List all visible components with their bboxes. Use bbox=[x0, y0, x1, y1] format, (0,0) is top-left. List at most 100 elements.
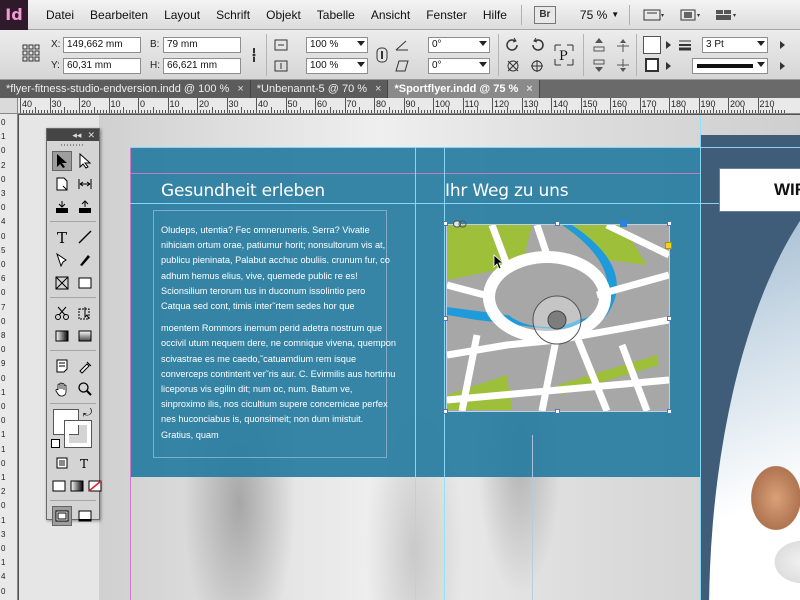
close-icon[interactable]: × bbox=[237, 80, 243, 98]
stroke-color-swatch[interactable] bbox=[64, 420, 92, 448]
arrange-documents-icon[interactable] bbox=[713, 6, 739, 24]
resize-handle[interactable] bbox=[555, 409, 560, 414]
gap-tool-icon[interactable] bbox=[75, 174, 95, 194]
shear-select[interactable]: 0° bbox=[428, 58, 490, 74]
chevron-right-icon[interactable] bbox=[664, 57, 674, 75]
collapse-icon[interactable]: ◂◂ bbox=[72, 130, 81, 141]
default-colors-icon[interactable] bbox=[51, 439, 60, 448]
resize-handle[interactable] bbox=[667, 409, 672, 414]
resize-handle[interactable] bbox=[667, 316, 672, 321]
y-position-field[interactable]: 60,31 mm bbox=[63, 58, 141, 74]
menu-fenster[interactable]: Fenster bbox=[418, 0, 475, 30]
view-options-icon[interactable] bbox=[641, 6, 667, 24]
resize-handle[interactable] bbox=[443, 316, 448, 321]
resize-handle[interactable] bbox=[443, 409, 448, 414]
ruler-origin[interactable] bbox=[0, 98, 18, 114]
panel-grip[interactable] bbox=[47, 141, 99, 149]
menu-ansicht[interactable]: Ansicht bbox=[363, 0, 418, 30]
normal-view-mode-icon[interactable] bbox=[51, 505, 72, 526]
menu-layout[interactable]: Layout bbox=[156, 0, 208, 30]
select-previous-icon[interactable] bbox=[614, 57, 632, 75]
zoom-tool-icon[interactable] bbox=[75, 379, 95, 399]
gradient-swatch-tool-icon[interactable] bbox=[52, 326, 72, 346]
close-icon[interactable]: ✕ bbox=[87, 130, 95, 141]
rotate-cw-icon[interactable] bbox=[504, 36, 522, 54]
horizontal-ruler[interactable]: 40 30 20 10 0 10 20 30 40 50 60 70 80 90 100 110 120 130 1… bbox=[18, 98, 800, 114]
height-field[interactable]: 66,621 mm bbox=[163, 58, 241, 74]
selection-tool-icon[interactable] bbox=[51, 150, 72, 171]
tab-sportflyer[interactable]: *Sportflyer.indd @ 75 % × bbox=[388, 80, 540, 98]
menu-schrift[interactable]: Schrift bbox=[208, 0, 258, 30]
select-content-icon[interactable] bbox=[590, 57, 608, 75]
pencil-tool-icon[interactable] bbox=[75, 250, 95, 270]
resize-handle[interactable] bbox=[667, 221, 672, 226]
pen-tool-icon[interactable] bbox=[52, 250, 72, 270]
stroke-type-select[interactable] bbox=[692, 58, 768, 74]
menu-datei[interactable]: Datei bbox=[38, 0, 82, 30]
rotation-select[interactable]: 0° bbox=[428, 37, 490, 53]
link-icon[interactable] bbox=[453, 219, 467, 228]
link-scale-icon[interactable] bbox=[373, 46, 391, 64]
fill-stroke-swatches[interactable]: ⤾ bbox=[47, 407, 99, 451]
screen-mode-icon[interactable] bbox=[677, 6, 703, 24]
scale-y-select[interactable]: 100 % bbox=[306, 58, 368, 74]
select-next-icon[interactable] bbox=[614, 36, 632, 54]
preview-mode-icon[interactable] bbox=[75, 506, 95, 526]
right-page-title[interactable]: WIR bbox=[774, 180, 800, 200]
hand-tool-icon[interactable] bbox=[52, 379, 72, 399]
eyedropper-tool-icon[interactable] bbox=[75, 356, 95, 376]
rectangle-tool-icon[interactable] bbox=[75, 273, 95, 293]
tab-flyer-fitness[interactable]: *flyer-fitness-studio-endversion.indd @ … bbox=[0, 80, 251, 98]
formatting-text-icon[interactable]: T bbox=[75, 453, 95, 473]
menu-hilfe[interactable]: Hilfe bbox=[475, 0, 515, 30]
note-tool-icon[interactable] bbox=[52, 356, 72, 376]
scale-x-select[interactable]: 100 % bbox=[306, 37, 368, 53]
content-placer-icon[interactable] bbox=[75, 197, 95, 217]
swap-colors-icon[interactable]: ⤾ bbox=[83, 407, 92, 420]
bridge-button[interactable]: Br bbox=[533, 5, 556, 24]
rectangle-frame-tool-icon[interactable] bbox=[52, 273, 72, 293]
line-tool-icon[interactable] bbox=[75, 227, 95, 247]
page-tool-icon[interactable] bbox=[52, 174, 72, 194]
close-icon[interactable]: × bbox=[526, 80, 532, 98]
select-container-icon[interactable] bbox=[590, 36, 608, 54]
type-tool-icon[interactable]: T bbox=[52, 227, 72, 247]
gradient-feather-tool-icon[interactable] bbox=[75, 326, 95, 346]
tools-panel[interactable]: ◂◂ ✕ T ⤾ T bbox=[46, 128, 102, 526]
flip-vertical-icon[interactable] bbox=[528, 57, 546, 75]
resize-handle[interactable] bbox=[443, 221, 448, 226]
document-canvas[interactable]: Gesundheit erleben Ihr Weg zu uns Oludep… bbox=[19, 115, 800, 600]
tab-unbenannt-5[interactable]: *Unbenannt-5 @ 70 % × bbox=[250, 80, 389, 98]
close-icon[interactable]: × bbox=[375, 80, 381, 98]
resize-handle[interactable] bbox=[555, 221, 560, 226]
apply-color-icon[interactable] bbox=[50, 476, 68, 496]
stroke-swatch[interactable] bbox=[645, 58, 659, 72]
menu-objekt[interactable]: Objekt bbox=[258, 0, 309, 30]
x-position-field[interactable]: 149,662 mm bbox=[63, 37, 141, 53]
vertical-ruler[interactable]: 0 1 0 2 0 3 0 4 0 5 0 6 0 7 0 8 0 9 0 1 0 0 1 1 0 1 2 0 1 3 0 1 4 0 bbox=[0, 114, 18, 600]
chevron-right-icon[interactable] bbox=[778, 36, 788, 54]
corner-option-handle[interactable] bbox=[665, 242, 672, 249]
heading-weg[interactable]: Ihr Weg zu uns bbox=[445, 181, 569, 201]
menu-tabelle[interactable]: Tabelle bbox=[309, 0, 363, 30]
body-text[interactable]: Oludeps, utentia? Fec omnerumeris. Serra… bbox=[161, 223, 397, 450]
flip-icon[interactable] bbox=[504, 57, 522, 75]
fill-swatch[interactable] bbox=[643, 36, 661, 54]
apply-gradient-icon[interactable] bbox=[68, 476, 86, 496]
apply-none-icon[interactable] bbox=[86, 476, 104, 496]
formatting-container-icon[interactable] bbox=[52, 453, 72, 473]
content-collector-icon[interactable] bbox=[52, 197, 72, 217]
menu-bearbeiten[interactable]: Bearbeiten bbox=[82, 0, 156, 30]
reference-point-icon[interactable] bbox=[22, 44, 40, 62]
map-graphic-frame[interactable] bbox=[446, 221, 671, 413]
chevron-right-icon[interactable] bbox=[664, 36, 674, 54]
paragraph-p-icon[interactable]: P bbox=[553, 43, 575, 67]
rotate-ccw-icon[interactable] bbox=[528, 36, 546, 54]
resize-handle[interactable] bbox=[620, 220, 627, 227]
constrain-proportions-icon[interactable] bbox=[245, 46, 263, 64]
stroke-weight-select[interactable]: 3 Pt bbox=[702, 37, 768, 53]
free-transform-tool-icon[interactable] bbox=[75, 303, 95, 323]
direct-selection-tool-icon[interactable] bbox=[75, 151, 95, 171]
width-field[interactable]: 79 mm bbox=[163, 37, 241, 53]
scissors-tool-icon[interactable] bbox=[52, 303, 72, 323]
